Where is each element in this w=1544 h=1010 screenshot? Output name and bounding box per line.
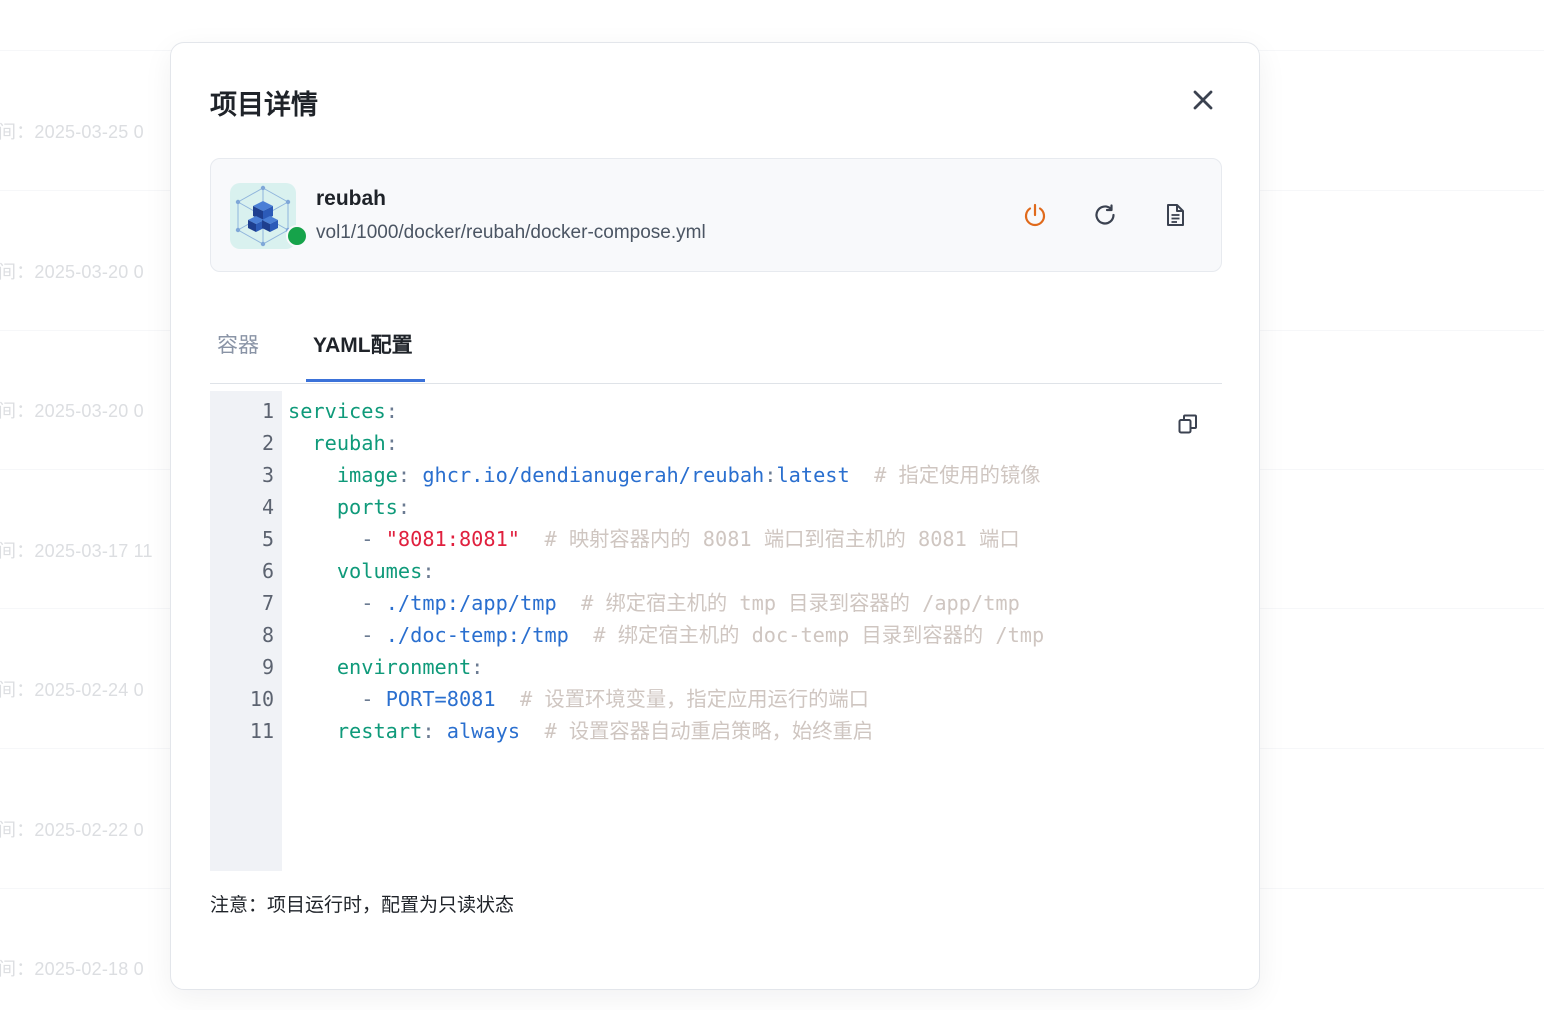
yaml-value: ./tmp:/app/tmp: [385, 591, 557, 615]
yaml-comment: # 绑定宿主机的 doc-temp 目录到容器的 /tmp: [593, 623, 1045, 647]
readonly-note: 注意：项目运行时，配置为只读状态: [210, 895, 515, 916]
line-number: 8: [261, 623, 274, 647]
yaml-comment: # 指定使用的镜像: [874, 463, 1041, 487]
code-line: ports:: [288, 493, 410, 521]
document-icon: [1167, 204, 1184, 226]
yaml-comment: # 设置环境变量，指定应用运行的端口: [520, 687, 869, 711]
code-line: environment:: [288, 653, 484, 681]
yaml-comment: # 绑定宿主机的 tmp 目录到容器的 /app/tmp: [581, 591, 1020, 615]
line-number: 10: [249, 687, 274, 711]
yaml-comment: # 映射容器内的 8081 端口到宿主机的 8081 端口: [544, 527, 1020, 551]
yaml-dash: -: [361, 623, 374, 647]
yaml-key: environment: [336, 655, 472, 679]
line-number-gutter: 1 2 3 4 5 6 7 8 9 10 11: [210, 391, 282, 871]
code-line: - PORT=8081 # 设置环境变量，指定应用运行的端口: [288, 685, 869, 713]
line-number: 11: [249, 719, 274, 743]
project-name: reubah: [316, 187, 387, 210]
yaml-value: ghcr.io/dendianugerah/reubah: [422, 463, 765, 487]
code-line: reubah:: [288, 429, 398, 457]
code-line: restart: always # 设置容器自动重启策略，始终重启: [288, 717, 873, 745]
project-details-modal: 项目详情 reubah vol1/1000/docker/reubah/dock…: [170, 42, 1260, 990]
line-number: 5: [261, 527, 274, 551]
line-number: 3: [261, 463, 274, 487]
close-icon: [1193, 90, 1213, 110]
code-line: - ./doc-temp:/tmp # 绑定宿主机的 doc-temp 目录到容…: [288, 621, 1044, 649]
code-line: - ./tmp:/app/tmp # 绑定宿主机的 tmp 目录到容器的 /ap…: [288, 589, 1020, 617]
status-indicator: [286, 225, 308, 247]
project-card: reubah vol1/1000/docker/reubah/docker-co…: [210, 158, 1222, 272]
yaml-colon: :: [385, 431, 398, 455]
yaml-value: PORT=8081: [385, 687, 496, 711]
yaml-colon: :: [385, 399, 398, 423]
yaml-string: "8081:8081": [385, 527, 521, 551]
yaml-editor: 1 2 3 4 5 6 7 8 9 10 11 services: reubah…: [210, 391, 1222, 871]
yaml-key: restart: [336, 719, 423, 743]
copy-icon: [1178, 414, 1197, 434]
code-line: - "8081:8081" # 映射容器内的 8081 端口到宿主机的 8081…: [288, 525, 1020, 553]
yaml-value: always: [446, 719, 521, 743]
restart-icon: [1095, 204, 1115, 225]
yaml-dash: -: [361, 687, 374, 711]
line-number: 9: [261, 655, 274, 679]
tab-containers[interactable]: 容器: [217, 329, 259, 359]
yaml-value: ./doc-temp:/tmp: [385, 623, 569, 647]
yaml-key: image: [336, 463, 398, 487]
line-number: 2: [261, 431, 274, 455]
yaml-key: reubah: [312, 431, 386, 455]
yaml-dash: -: [361, 591, 374, 615]
yaml-key: services: [288, 399, 386, 423]
yaml-colon: :: [397, 463, 411, 487]
yaml-colon: :: [397, 495, 411, 519]
line-number: 4: [261, 495, 274, 519]
yaml-key: ports: [336, 495, 398, 519]
restart-button[interactable]: [1091, 201, 1119, 229]
project-path: vol1/1000/docker/reubah/docker-compose.y…: [316, 222, 706, 243]
line-number: 6: [261, 559, 274, 583]
power-button[interactable]: [1021, 201, 1049, 229]
line-number: 1: [261, 399, 274, 423]
yaml-key: volumes: [336, 559, 423, 583]
tab-yaml-config[interactable]: YAML配置: [313, 329, 413, 359]
code-line: volumes:: [288, 557, 435, 585]
yaml-colon: :: [471, 655, 484, 679]
code-line: services:: [288, 397, 398, 425]
line-number: 7: [261, 591, 274, 615]
tab-bar: 容器 YAML配置: [210, 313, 1222, 384]
code-line: image: ghcr.io/dendianugerah/reubah:late…: [288, 461, 1041, 489]
modal-title: 项目详情: [210, 90, 318, 120]
active-tab-indicator: [306, 379, 425, 382]
copy-button[interactable]: [1175, 411, 1201, 437]
close-button[interactable]: [1188, 85, 1218, 115]
yaml-colon: :: [764, 463, 777, 487]
document-button[interactable]: [1161, 201, 1189, 229]
yaml-comment: # 设置容器自动重启策略，始终重启: [544, 719, 874, 743]
yaml-colon: :: [422, 559, 435, 583]
power-icon: [1024, 203, 1046, 227]
yaml-colon: :: [422, 719, 435, 743]
yaml-dash: -: [361, 527, 374, 551]
yaml-value: latest: [776, 463, 850, 487]
